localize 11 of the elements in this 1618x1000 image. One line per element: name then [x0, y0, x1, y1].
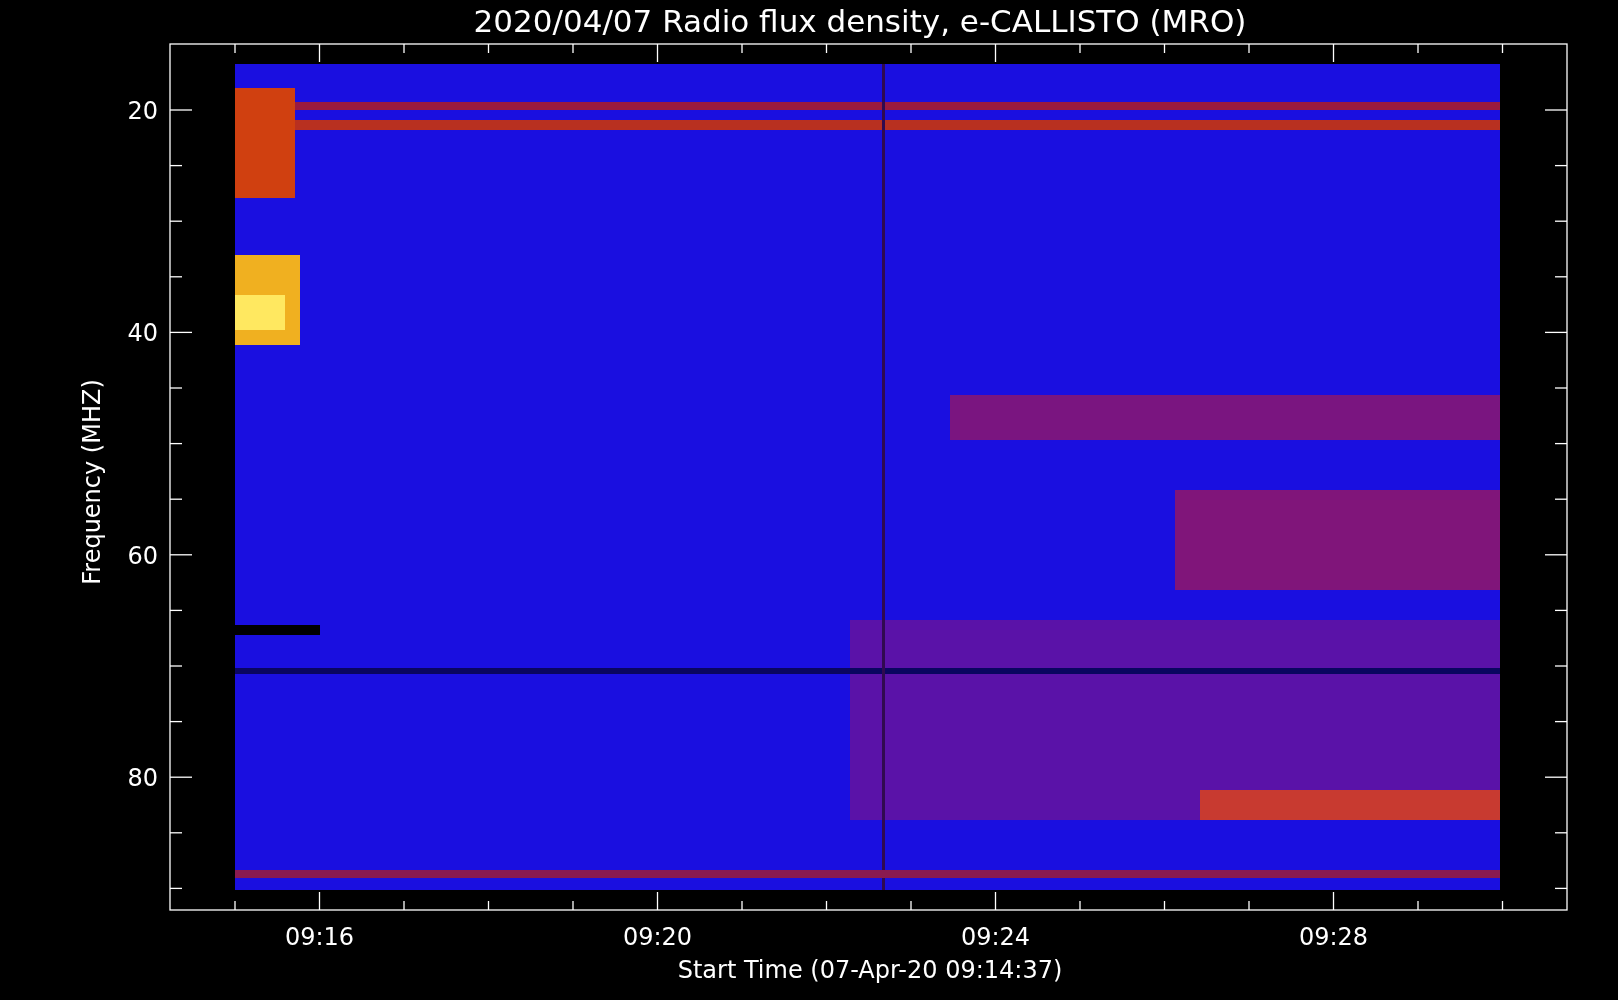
axis-tick-label: 09:28 [1298, 923, 1369, 951]
axis-tick-label: 40 [127, 319, 158, 348]
axis-tick-label: 20 [127, 97, 158, 125]
axis-title: Start Time (07-Apr-20 09:14:37) [677, 956, 1063, 984]
chart-title: 2020/04/07 Radio flux density, e-CALLISTO (MRO) [473, 3, 1247, 39]
axis-tick-label: 80 [127, 764, 158, 793]
axis-tick-label: 09:24 [960, 923, 1031, 951]
axis-tick-label: 09:16 [284, 923, 355, 951]
axis-title: Frequency (MHZ) [78, 379, 106, 585]
axis-tick-label: 60 [127, 541, 158, 570]
axis-tick-label: 09:20 [622, 923, 693, 951]
